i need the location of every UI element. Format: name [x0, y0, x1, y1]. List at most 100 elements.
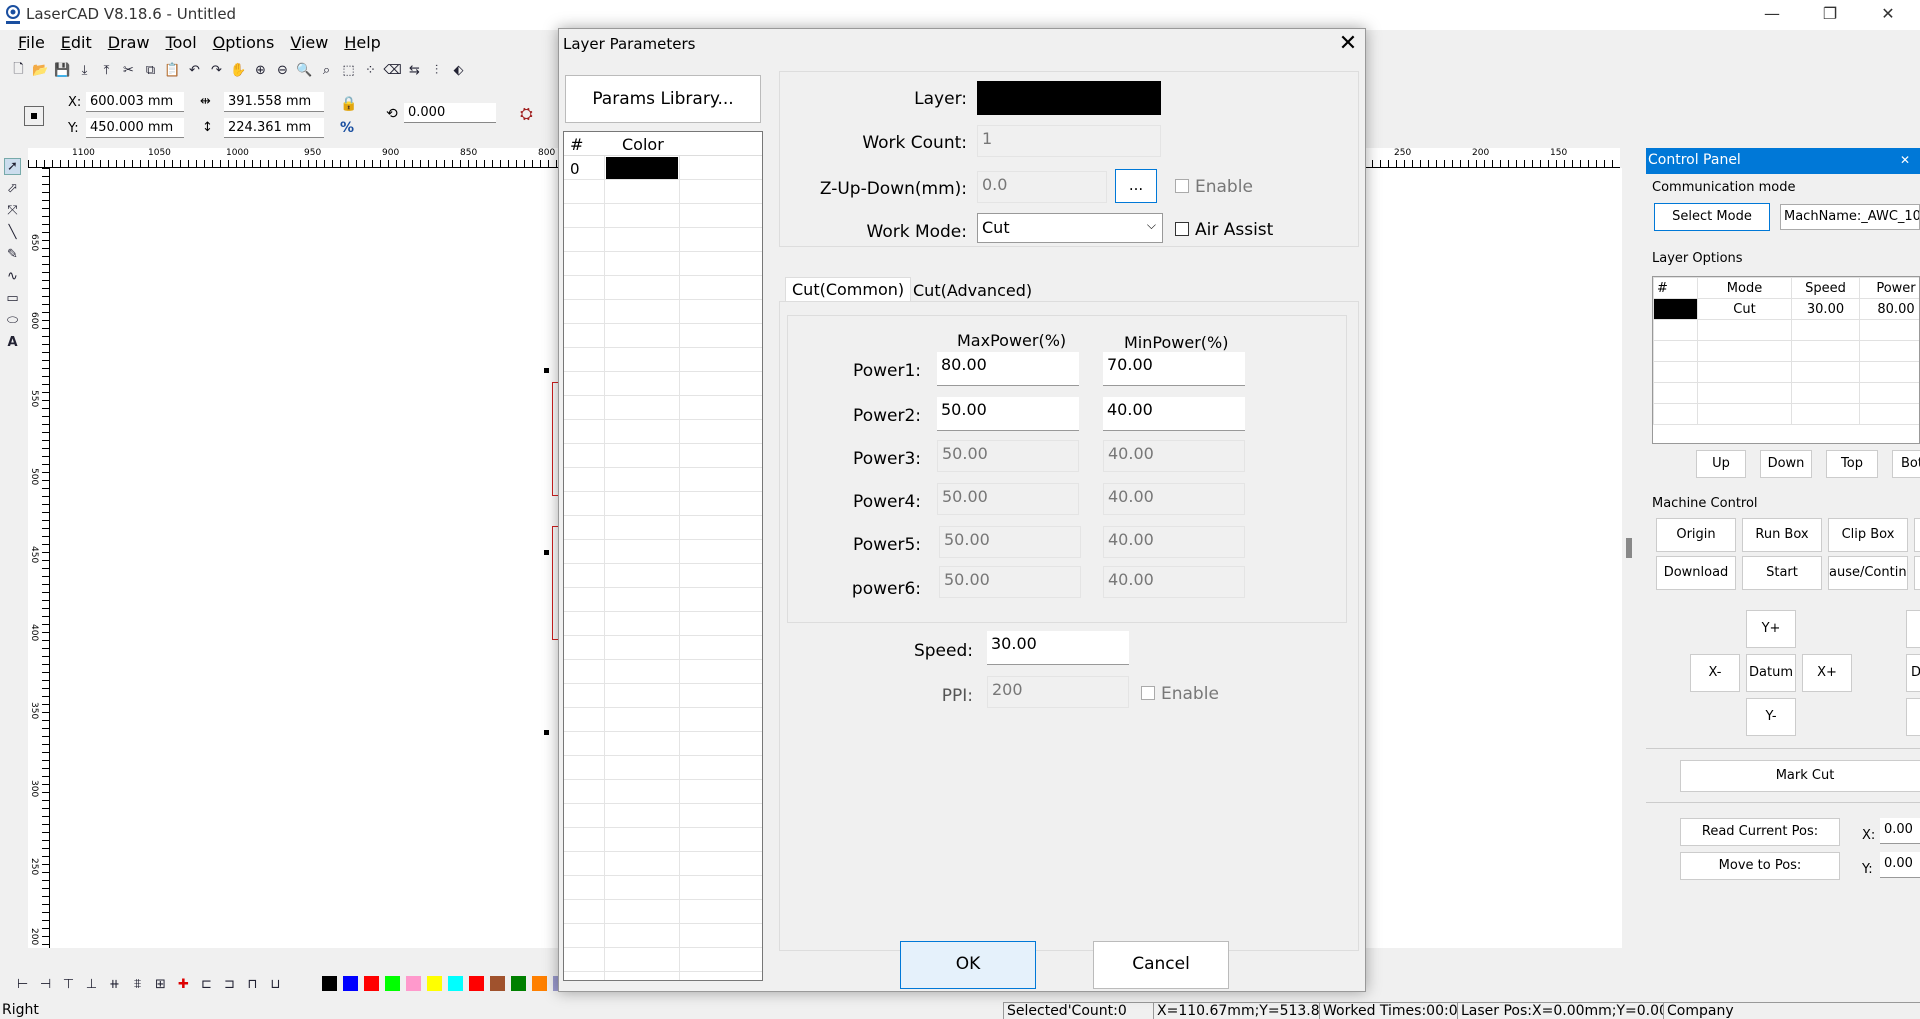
power3-max-input[interactable]: 50.00 — [937, 440, 1079, 472]
selection-handle[interactable] — [544, 550, 549, 555]
align-center-icon[interactable]: ⊞ — [152, 976, 169, 993]
palette-swatch[interactable] — [406, 976, 421, 991]
height-input[interactable]: 224.361 mm — [224, 118, 324, 138]
power1-max-input[interactable]: 80.00 — [937, 352, 1079, 386]
machine-name-field[interactable]: MachName:_AWC_100 — [1780, 204, 1920, 230]
align-hcenter-icon[interactable]: ⧺ — [106, 976, 123, 993]
power3-min-input[interactable]: 40.00 — [1103, 440, 1245, 472]
align-right-icon[interactable]: ⊣ — [37, 976, 54, 993]
layer-list-table[interactable]: # Color 0 — [563, 131, 763, 981]
distribute-icon[interactable]: ⊏ — [198, 976, 215, 993]
curve-tool-icon[interactable]: ∿ — [4, 268, 21, 285]
selection-handle[interactable] — [544, 730, 549, 735]
palette-swatch[interactable] — [322, 976, 337, 991]
power1-min-input[interactable]: 70.00 — [1103, 352, 1245, 386]
align-icon[interactable]: ⫶ — [428, 62, 445, 79]
speed-input[interactable]: 30.00 — [987, 631, 1129, 665]
datum-z-button[interactable]: Da — [1906, 654, 1920, 692]
export-icon[interactable]: ⤒ — [98, 62, 115, 79]
jog-z-minus-button[interactable] — [1906, 698, 1920, 736]
jog-x-minus-button[interactable]: X- — [1690, 654, 1740, 692]
palette-swatch[interactable] — [385, 976, 400, 991]
zupdown-enable-checkbox[interactable] — [1175, 179, 1189, 193]
anchor-grid-icon[interactable] — [24, 106, 44, 126]
pos-x-input[interactable]: 0.00 — [1880, 818, 1920, 844]
cut-icon[interactable]: ✂ — [120, 62, 137, 79]
width-input[interactable]: 391.558 mm — [224, 92, 324, 112]
ellipse-tool-icon[interactable]: ⬭ — [4, 312, 21, 329]
menu-file[interactable]: File — [10, 32, 53, 54]
menu-view[interactable]: View — [282, 32, 336, 54]
save-icon[interactable]: 💾 — [54, 62, 71, 79]
zupdown-input[interactable]: 0.0 — [977, 171, 1107, 203]
align-top-icon[interactable]: ⊤ — [60, 976, 77, 993]
start-button[interactable]: Start — [1742, 556, 1822, 590]
pan-hand-icon[interactable]: ✋ — [230, 62, 247, 79]
power2-min-input[interactable]: 40.00 — [1103, 397, 1245, 431]
control-panel-close-icon[interactable]: ✕ — [1900, 153, 1910, 167]
layer-top-button[interactable]: Top — [1826, 450, 1878, 478]
zoom-fit-icon[interactable]: 🔍 — [296, 62, 313, 79]
import-icon[interactable]: ⤓ — [76, 62, 93, 79]
power4-min-input[interactable]: 40.00 — [1103, 483, 1245, 515]
mark-cut-button[interactable]: Mark Cut — [1680, 760, 1920, 792]
center-mark-icon[interactable]: ✚ — [175, 976, 192, 993]
ok-button[interactable]: OK — [900, 941, 1036, 989]
work-mode-select[interactable]: Cut ⌵ — [977, 213, 1163, 243]
same-size-icon[interactable]: ⊔ — [267, 976, 284, 993]
menu-edit[interactable]: Edit — [53, 32, 100, 54]
extra-button[interactable] — [1914, 518, 1920, 552]
palette-swatch[interactable] — [532, 976, 547, 991]
clip-box-button[interactable]: Clip Box — [1828, 518, 1908, 552]
tab-cut-advanced[interactable]: Cut(Advanced) — [909, 279, 1036, 302]
rectangle-tool-icon[interactable]: ▭ — [4, 290, 21, 307]
mirror-icon[interactable]: ⛭ — [520, 104, 533, 124]
same-height-icon[interactable]: ⊓ — [244, 976, 261, 993]
tab-cut-common[interactable]: Cut(Common) — [785, 277, 912, 301]
palette-swatch[interactable] — [490, 976, 505, 991]
node-edit-icon[interactable]: ⬖ — [450, 62, 467, 79]
palette-swatch[interactable] — [511, 976, 526, 991]
menu-help[interactable]: Help — [336, 32, 388, 54]
menu-draw[interactable]: Draw — [100, 32, 158, 54]
same-width-icon[interactable]: ⊐ — [221, 976, 238, 993]
maximize-button[interactable]: ❐ — [1806, 0, 1854, 30]
jog-x-plus-button[interactable]: X+ — [1802, 654, 1852, 692]
dialog-close-button[interactable]: ✕ — [1335, 31, 1361, 56]
power4-max-input[interactable]: 50.00 — [937, 483, 1079, 515]
layer-bottom-button[interactable]: Bot — [1892, 450, 1920, 478]
selection-handle[interactable] — [544, 368, 549, 373]
table-row[interactable]: Cut 30.00 80.00 — [1653, 298, 1919, 320]
power2-max-input[interactable]: 50.00 — [937, 397, 1079, 431]
splitter-handle[interactable] — [1626, 538, 1632, 558]
palette-swatch[interactable] — [469, 976, 484, 991]
percent-toggle[interactable]: % — [340, 120, 354, 136]
line-tool-icon[interactable]: ╲ — [4, 224, 21, 241]
select-all-icon[interactable]: ⬚ — [340, 62, 357, 79]
palette-swatch[interactable] — [343, 976, 358, 991]
pen-tool-icon[interactable]: ✎ — [4, 246, 21, 263]
new-file-icon[interactable]: 🗋 — [10, 62, 27, 79]
jog-z-button[interactable] — [1906, 610, 1920, 648]
align-bottom-icon[interactable]: ⊥ — [83, 976, 100, 993]
work-count-input[interactable]: 1 — [977, 125, 1161, 157]
menu-tool[interactable]: Tool — [158, 32, 205, 54]
node-select-icon[interactable]: ⬀ — [4, 180, 21, 197]
layer-color-field[interactable] — [977, 81, 1161, 115]
move-to-pos-button[interactable]: Move to Pos: — [1680, 852, 1840, 880]
power5-min-input[interactable]: 40.00 — [1103, 526, 1245, 558]
ppi-enable-checkbox[interactable] — [1141, 686, 1155, 700]
copy-icon[interactable]: ⧉ — [142, 62, 159, 79]
cancel-button[interactable]: Cancel — [1093, 941, 1229, 989]
zupdown-more-button[interactable]: ... — [1115, 169, 1157, 203]
power6-max-input[interactable]: 50.00 — [939, 566, 1081, 598]
palette-swatch[interactable] — [364, 976, 379, 991]
pos-y-input[interactable]: 0.00 — [1880, 852, 1920, 878]
redo-icon[interactable]: ↷ — [208, 62, 225, 79]
flip-icon[interactable]: ⇆ — [406, 62, 423, 79]
align-vcenter-icon[interactable]: ⩨ — [129, 976, 146, 993]
layer-down-button[interactable]: Down — [1760, 450, 1812, 478]
origin-button[interactable]: Origin — [1656, 518, 1736, 552]
layer-options-table[interactable]: # Mode Speed Power Cut 30.00 80.00 — [1652, 276, 1920, 444]
delete-icon[interactable]: ⌫ — [383, 62, 401, 79]
